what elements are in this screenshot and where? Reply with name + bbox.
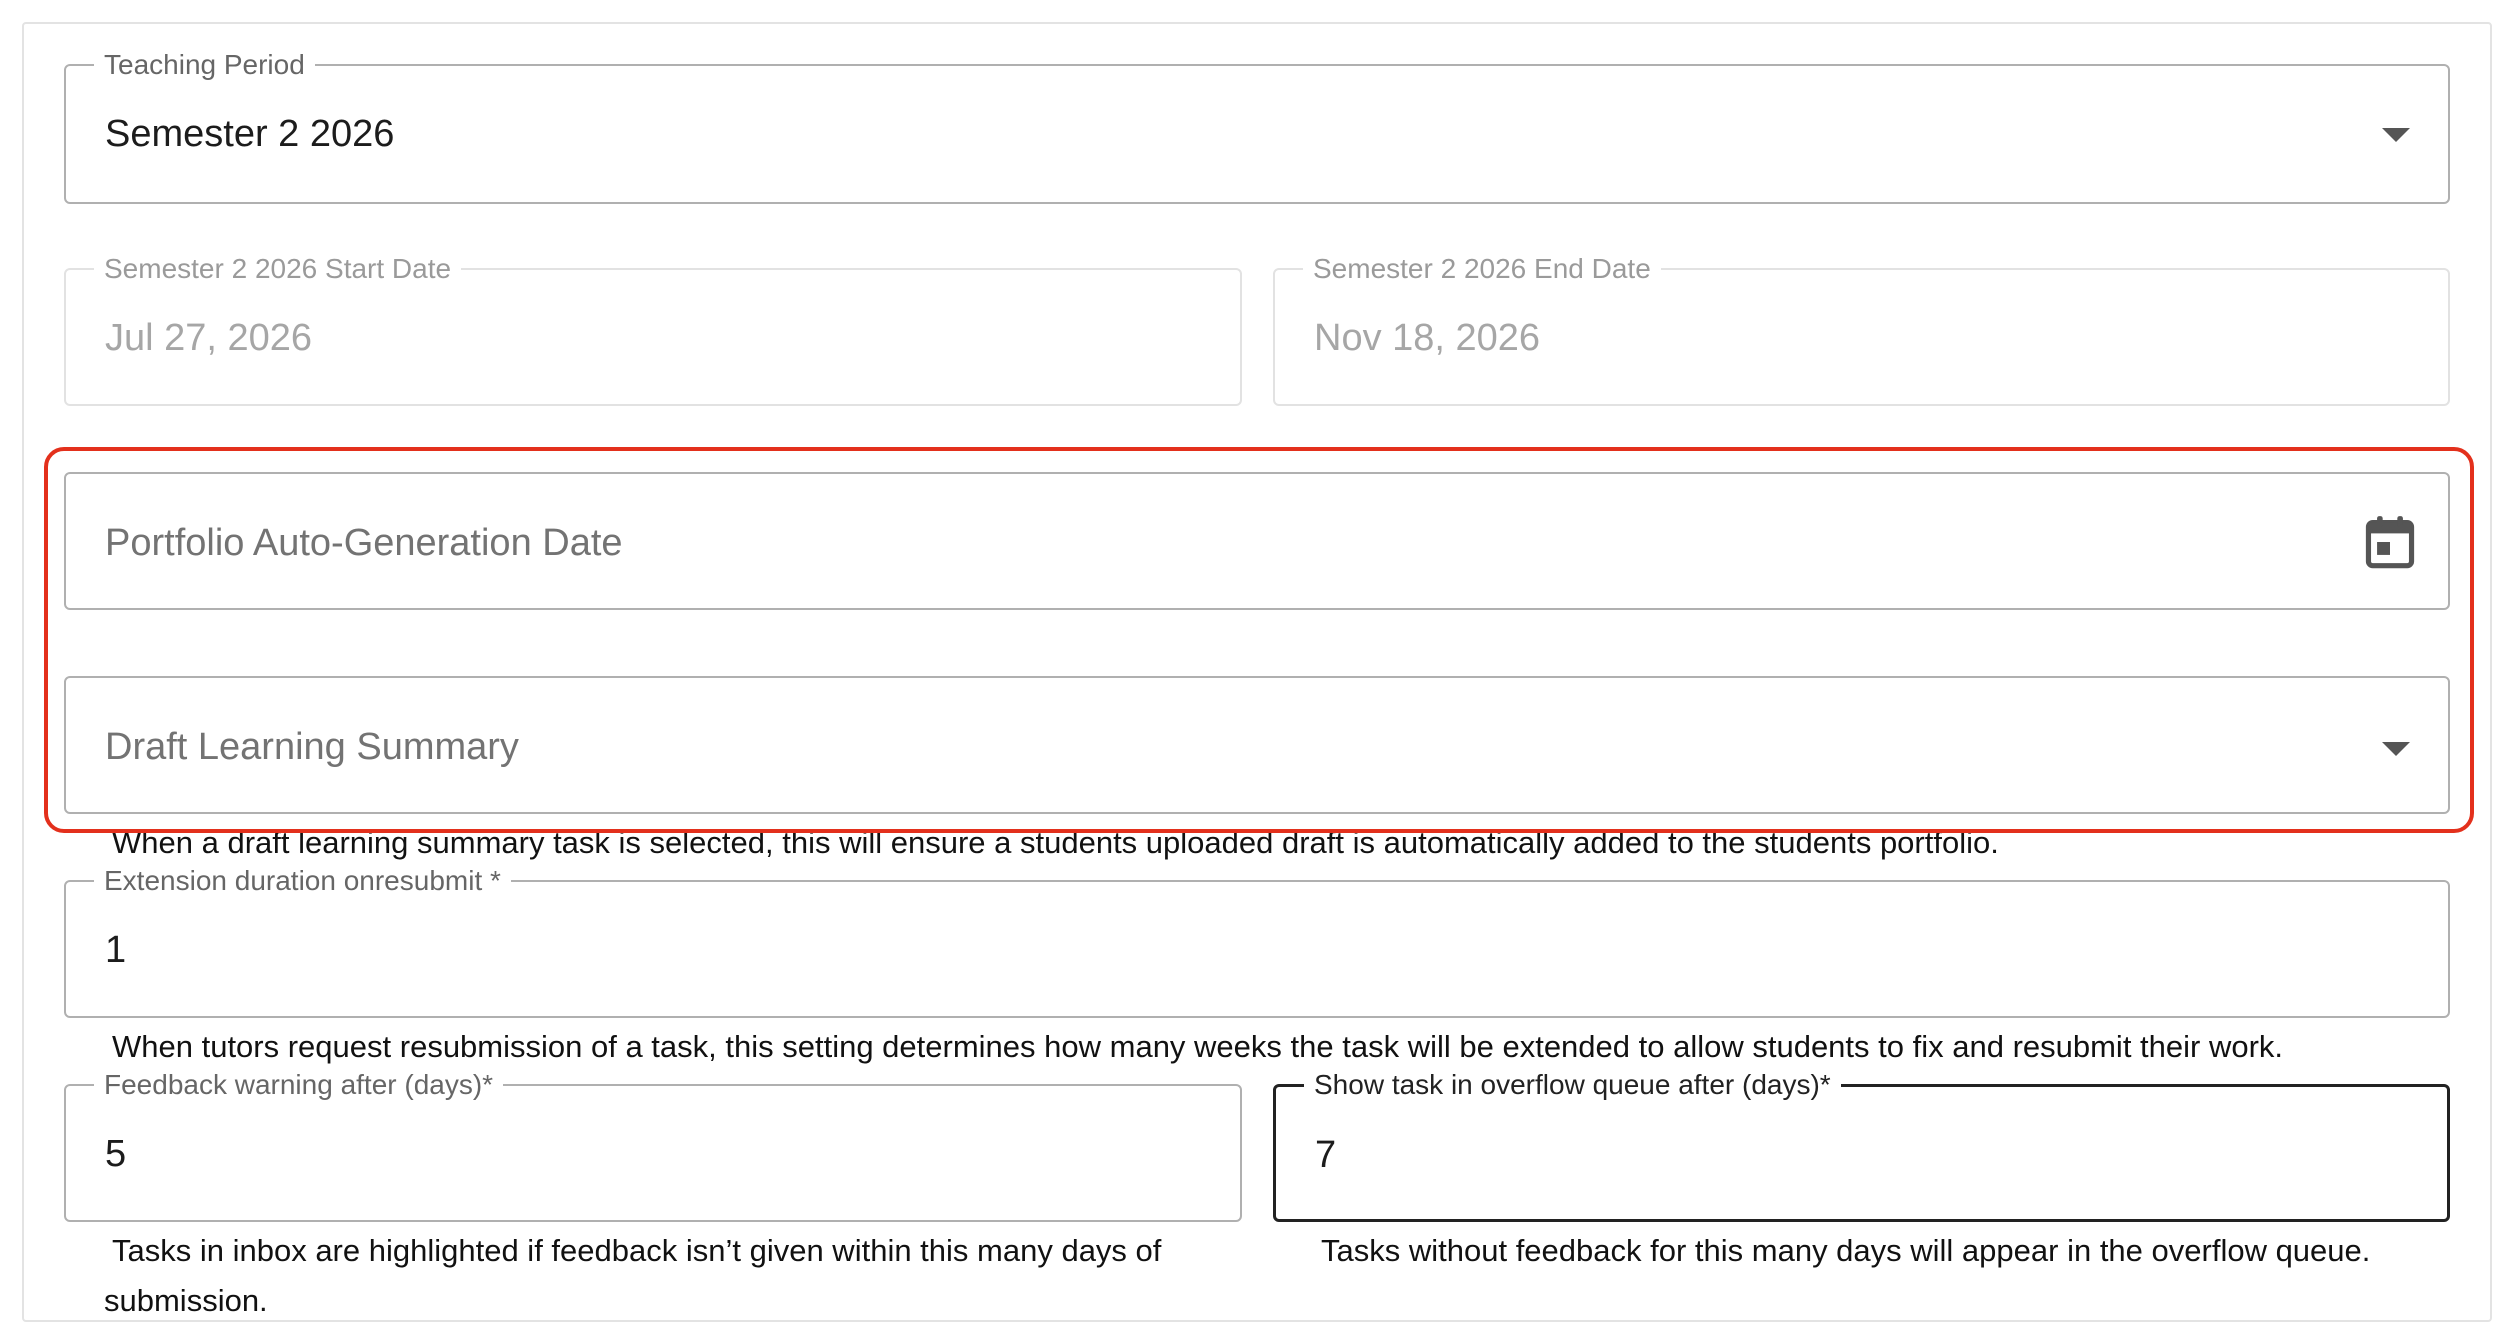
portfolio-auto-generation-date-input[interactable]: Portfolio Auto-Generation Date <box>64 472 2450 610</box>
end-date-value: Nov 18, 2026 <box>1314 317 1541 359</box>
feedback-warning-hint: Tasks in inbox are highlighted if feedba… <box>104 1233 1162 1318</box>
draft-learning-summary-select[interactable]: Draft Learning Summary <box>64 676 2450 814</box>
extension-duration-value: 1 <box>105 929 127 971</box>
start-date-value: Jul 27, 2026 <box>105 317 313 359</box>
feedback-warning-input[interactable]: Feedback warning after (days)* 5 <box>64 1069 1242 1222</box>
feedback-warning-value: 5 <box>105 1133 127 1175</box>
overflow-queue-value: 7 <box>1315 1134 1337 1176</box>
portfolio-date-placeholder: Portfolio Auto-Generation Date <box>105 522 623 564</box>
page: Teaching Period Semester 2 2026 Semester… <box>0 0 2512 1332</box>
extension-duration-input[interactable]: Extension duration onresubmit * 1 <box>64 865 2450 1018</box>
extension-duration-label: Extension duration onresubmit * <box>94 865 511 897</box>
draft-learning-summary-hint: When a draft learning summary task is se… <box>112 825 1999 860</box>
teaching-period-select[interactable]: Teaching Period Semester 2 2026 <box>64 49 2450 204</box>
start-date-field: Semester 2 2026 Start Date Jul 27, 2026 <box>64 253 1242 406</box>
end-date-label: Semester 2 2026 End Date <box>1303 253 1661 285</box>
teaching-period-value: Semester 2 2026 <box>105 113 395 155</box>
draft-learning-summary-placeholder: Draft Learning Summary <box>105 726 519 768</box>
overflow-queue-input[interactable]: Show task in overflow queue after (days)… <box>1273 1069 2450 1222</box>
chevron-down-icon[interactable] <box>2382 128 2410 142</box>
overflow-queue-label: Show task in overflow queue after (days)… <box>1304 1069 1841 1101</box>
overflow-queue-hint: Tasks without feedback for this many day… <box>1321 1233 2371 1268</box>
start-date-label: Semester 2 2026 Start Date <box>94 253 462 285</box>
teaching-period-label: Teaching Period <box>94 49 315 81</box>
chevron-down-icon[interactable] <box>2382 742 2410 756</box>
extension-duration-hint: When tutors request resubmission of a ta… <box>112 1029 2284 1064</box>
end-date-field: Semester 2 2026 End Date Nov 18, 2026 <box>1273 253 2450 406</box>
feedback-warning-label: Feedback warning after (days)* <box>94 1069 504 1101</box>
calendar-icon[interactable] <box>2364 514 2416 570</box>
